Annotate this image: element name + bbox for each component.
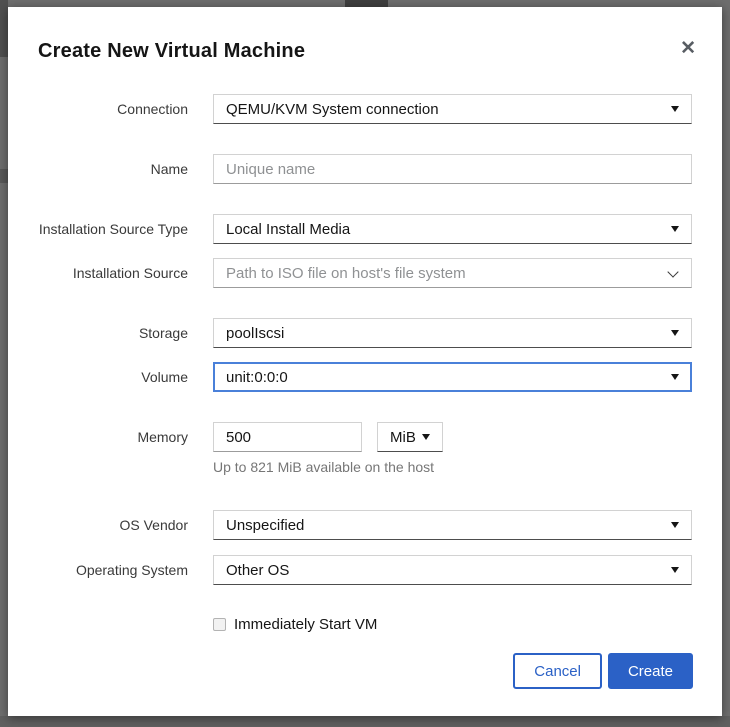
source-type-row: Installation Source Type Local Install M… (8, 214, 722, 244)
caret-down-icon (671, 226, 679, 232)
caret-down-icon (671, 522, 679, 528)
operating-system-label: Operating System (38, 555, 188, 585)
name-label: Name (38, 154, 188, 184)
operating-system-row: Operating System Other OS (8, 555, 722, 585)
volume-label: Volume (38, 362, 188, 392)
source-input[interactable] (213, 258, 692, 288)
os-vendor-value: Unspecified (226, 517, 304, 534)
os-vendor-label: OS Vendor (38, 510, 188, 540)
caret-down-icon (671, 106, 679, 112)
caret-down-icon (671, 330, 679, 336)
name-input[interactable] (213, 154, 692, 184)
volume-value: unit:0:0:0 (226, 369, 288, 386)
dialog-footer: Cancel Create (8, 653, 722, 689)
start-vm-checkbox[interactable] (213, 618, 226, 631)
source-row: Installation Source (8, 258, 722, 288)
backdrop-page-element (0, 716, 730, 727)
volume-row: Volume unit:0:0:0 (8, 362, 722, 392)
dialog-header: Create New Virtual Machine ✕ (8, 7, 722, 65)
memory-row: Memory MiB Up to 821 MiB available on th… (8, 422, 722, 476)
start-vm-row: Immediately Start VM (8, 616, 722, 633)
create-vm-form: Connection QEMU/KVM System connection Na… (8, 94, 722, 689)
source-label: Installation Source (38, 258, 188, 288)
source-type-select[interactable]: Local Install Media (213, 214, 692, 244)
memory-label: Memory (38, 422, 188, 452)
create-button[interactable]: Create (608, 653, 693, 689)
os-vendor-row: OS Vendor Unspecified (8, 510, 722, 540)
close-icon[interactable]: ✕ (680, 39, 696, 59)
caret-down-icon (422, 434, 430, 440)
backdrop-page-element (0, 0, 8, 57)
storage-select[interactable]: poolIscsi (213, 318, 692, 348)
storage-value: poolIscsi (226, 325, 284, 342)
volume-select[interactable]: unit:0:0:0 (213, 362, 692, 392)
create-vm-dialog: Create New Virtual Machine ✕ Connection … (8, 7, 722, 716)
operating-system-select[interactable]: Other OS (213, 555, 692, 585)
caret-down-icon (671, 567, 679, 573)
connection-value: QEMU/KVM System connection (226, 101, 439, 118)
storage-row: Storage poolIscsi (8, 318, 722, 348)
connection-label: Connection (38, 94, 188, 124)
memory-unit-value: MiB (390, 429, 416, 446)
caret-down-icon (671, 374, 679, 380)
memory-unit-select[interactable]: MiB (377, 422, 443, 452)
name-row: Name (8, 154, 722, 184)
os-vendor-select[interactable]: Unspecified (213, 510, 692, 540)
memory-input[interactable] (213, 422, 362, 452)
source-type-label: Installation Source Type (38, 214, 188, 244)
backdrop-page-element (345, 0, 388, 7)
memory-helper-text: Up to 821 MiB available on the host (213, 458, 692, 476)
dialog-title: Create New Virtual Machine (38, 37, 305, 65)
connection-select[interactable]: QEMU/KVM System connection (213, 94, 692, 124)
backdrop-page-element (0, 169, 8, 183)
source-type-value: Local Install Media (226, 221, 350, 238)
start-vm-label[interactable]: Immediately Start VM (234, 616, 377, 633)
connection-row: Connection QEMU/KVM System connection (8, 94, 722, 124)
cancel-button[interactable]: Cancel (513, 653, 602, 689)
storage-label: Storage (38, 318, 188, 348)
operating-system-value: Other OS (226, 562, 289, 579)
